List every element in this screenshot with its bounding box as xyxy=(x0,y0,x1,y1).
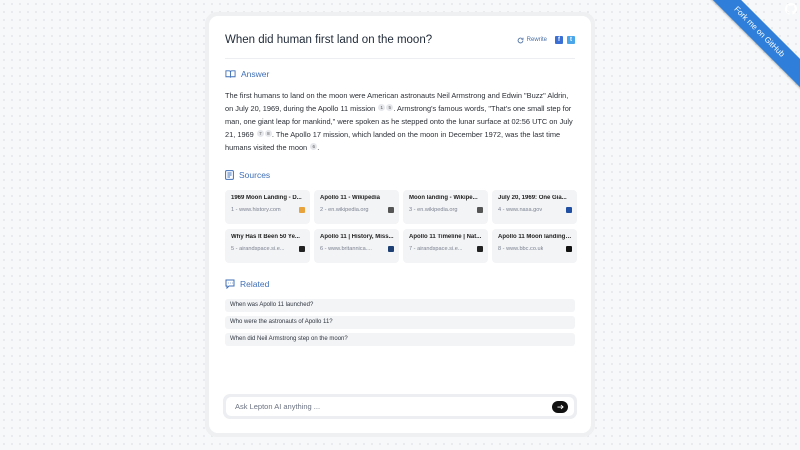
search-input[interactable] xyxy=(235,402,552,411)
document-icon xyxy=(225,170,234,180)
related-question[interactable]: Who were the astronauts of Apollo 11? xyxy=(225,316,575,329)
sources-heading: Sources xyxy=(225,170,575,180)
source-favicon-icon xyxy=(388,246,394,252)
source-meta-row: 1 - www.history.com xyxy=(231,207,305,213)
source-card[interactable]: 1969 Moon Landing - D... 1 - www.history.… xyxy=(225,190,310,224)
result-card: When did human first land on the moon? R… xyxy=(209,16,591,433)
answer-heading-label: Answer xyxy=(241,69,270,79)
citation-badge[interactable]: 7 xyxy=(256,130,264,137)
sources-grid: 1969 Moon Landing - D... 1 - www.history.… xyxy=(225,190,577,263)
source-title[interactable]: Apollo 11 - Wikipedia xyxy=(320,195,394,201)
source-title[interactable]: Apollo 11 Moon landing:... xyxy=(498,234,572,240)
source-title[interactable]: Why Has It Been 50 Ye... xyxy=(231,234,305,240)
related-question[interactable]: When did Neil Armstrong step on the moon… xyxy=(225,333,575,346)
source-card[interactable]: Apollo 11 | History, Miss... 6 - www.brit… xyxy=(314,229,399,263)
source-favicon-icon xyxy=(477,207,483,213)
answer-segment: . The Apollo 17 mission, which landed on… xyxy=(225,130,561,152)
source-meta: 6 - www.britannica.... xyxy=(320,246,372,252)
related-question[interactable]: When was Apollo 11 launched? xyxy=(225,299,575,312)
query-header: When did human first land on the moon? R… xyxy=(225,30,575,46)
source-favicon-icon xyxy=(299,207,305,213)
source-card[interactable]: Why Has It Been 50 Ye... 5 - airandspace.… xyxy=(225,229,310,263)
source-meta-row: 6 - www.britannica.... xyxy=(320,246,394,252)
search-bar xyxy=(223,394,577,419)
twitter-share-icon[interactable]: t xyxy=(567,36,575,44)
source-meta: 5 - airandspace.si.e... xyxy=(231,246,285,252)
source-meta-row: 3 - en.wikipedia.org xyxy=(409,207,483,213)
header-divider xyxy=(225,58,575,59)
arrow-right-icon xyxy=(556,404,564,409)
related-heading-label: Related xyxy=(240,279,270,289)
chat-icon xyxy=(225,279,235,289)
source-meta: 2 - en.wikipedia.org xyxy=(320,207,369,213)
source-card[interactable]: Apollo 11 Timeline | Nat... 7 - airandspa… xyxy=(403,229,488,263)
source-title[interactable]: 1969 Moon Landing - D... xyxy=(231,195,305,201)
rewrite-label[interactable]: Rewrite xyxy=(527,37,547,43)
send-button[interactable] xyxy=(552,400,568,413)
source-meta: 7 - airandspace.si.e... xyxy=(409,246,463,252)
source-title[interactable]: Apollo 11 Timeline | Nat... xyxy=(409,234,483,240)
source-card[interactable]: July 20, 1969: One Gia... 4 - www.nasa.go… xyxy=(492,190,577,224)
source-card[interactable]: Moon landing - Wikipe... 3 - en.wikipedia… xyxy=(403,190,488,224)
source-meta-row: 4 - www.nasa.gov xyxy=(498,207,572,213)
source-meta: 4 - www.nasa.gov xyxy=(498,207,543,213)
citation-badge[interactable]: 1 xyxy=(378,104,386,111)
source-meta-row: 5 - airandspace.si.e... xyxy=(231,246,305,252)
source-title[interactable]: July 20, 1969: One Gia... xyxy=(498,195,572,201)
rewrite-button[interactable]: Rewrite xyxy=(517,37,547,44)
related-list: When was Apollo 11 launched? Who were the… xyxy=(225,299,575,346)
source-favicon-icon xyxy=(299,246,305,252)
source-favicon-icon xyxy=(388,207,394,213)
sources-heading-label: Sources xyxy=(239,170,271,180)
source-title[interactable]: Moon landing - Wikipe... xyxy=(409,195,483,201)
source-title[interactable]: Apollo 11 | History, Miss... xyxy=(320,234,394,240)
source-meta-row: 7 - airandspace.si.e... xyxy=(409,246,483,252)
citation-badge[interactable]: 8 xyxy=(264,130,272,137)
github-cat-icon[interactable] xyxy=(784,2,798,21)
source-favicon-icon xyxy=(477,246,483,252)
related-heading: Related xyxy=(225,279,575,289)
result-frame: When did human first land on the moon? R… xyxy=(205,12,595,437)
answer-heading: Answer xyxy=(225,69,575,79)
source-meta: 8 - www.bbc.co.uk xyxy=(498,246,544,252)
query-title: When did human first land on the moon? xyxy=(225,34,433,46)
book-open-icon xyxy=(225,70,236,78)
refresh-icon xyxy=(517,37,524,43)
source-meta-row: 8 - www.bbc.co.uk xyxy=(498,246,572,252)
source-meta: 3 - en.wikipedia.org xyxy=(409,207,458,213)
source-card[interactable]: Apollo 11 - Wikipedia 2 - en.wikipedia.or… xyxy=(314,190,399,224)
facebook-share-icon[interactable]: f xyxy=(555,36,563,44)
source-meta-row: 2 - en.wikipedia.org xyxy=(320,207,394,213)
source-favicon-icon xyxy=(566,207,572,213)
search-box xyxy=(226,397,574,416)
answer-text: The first humans to land on the moon wer… xyxy=(225,89,575,154)
source-card[interactable]: Apollo 11 Moon landing:... 8 - www.bbc.co… xyxy=(492,229,577,263)
header-actions: Rewrite f t xyxy=(517,36,575,44)
answer-segment: . xyxy=(317,143,320,152)
source-meta: 1 - www.history.com xyxy=(231,207,281,213)
source-favicon-icon xyxy=(566,246,572,252)
